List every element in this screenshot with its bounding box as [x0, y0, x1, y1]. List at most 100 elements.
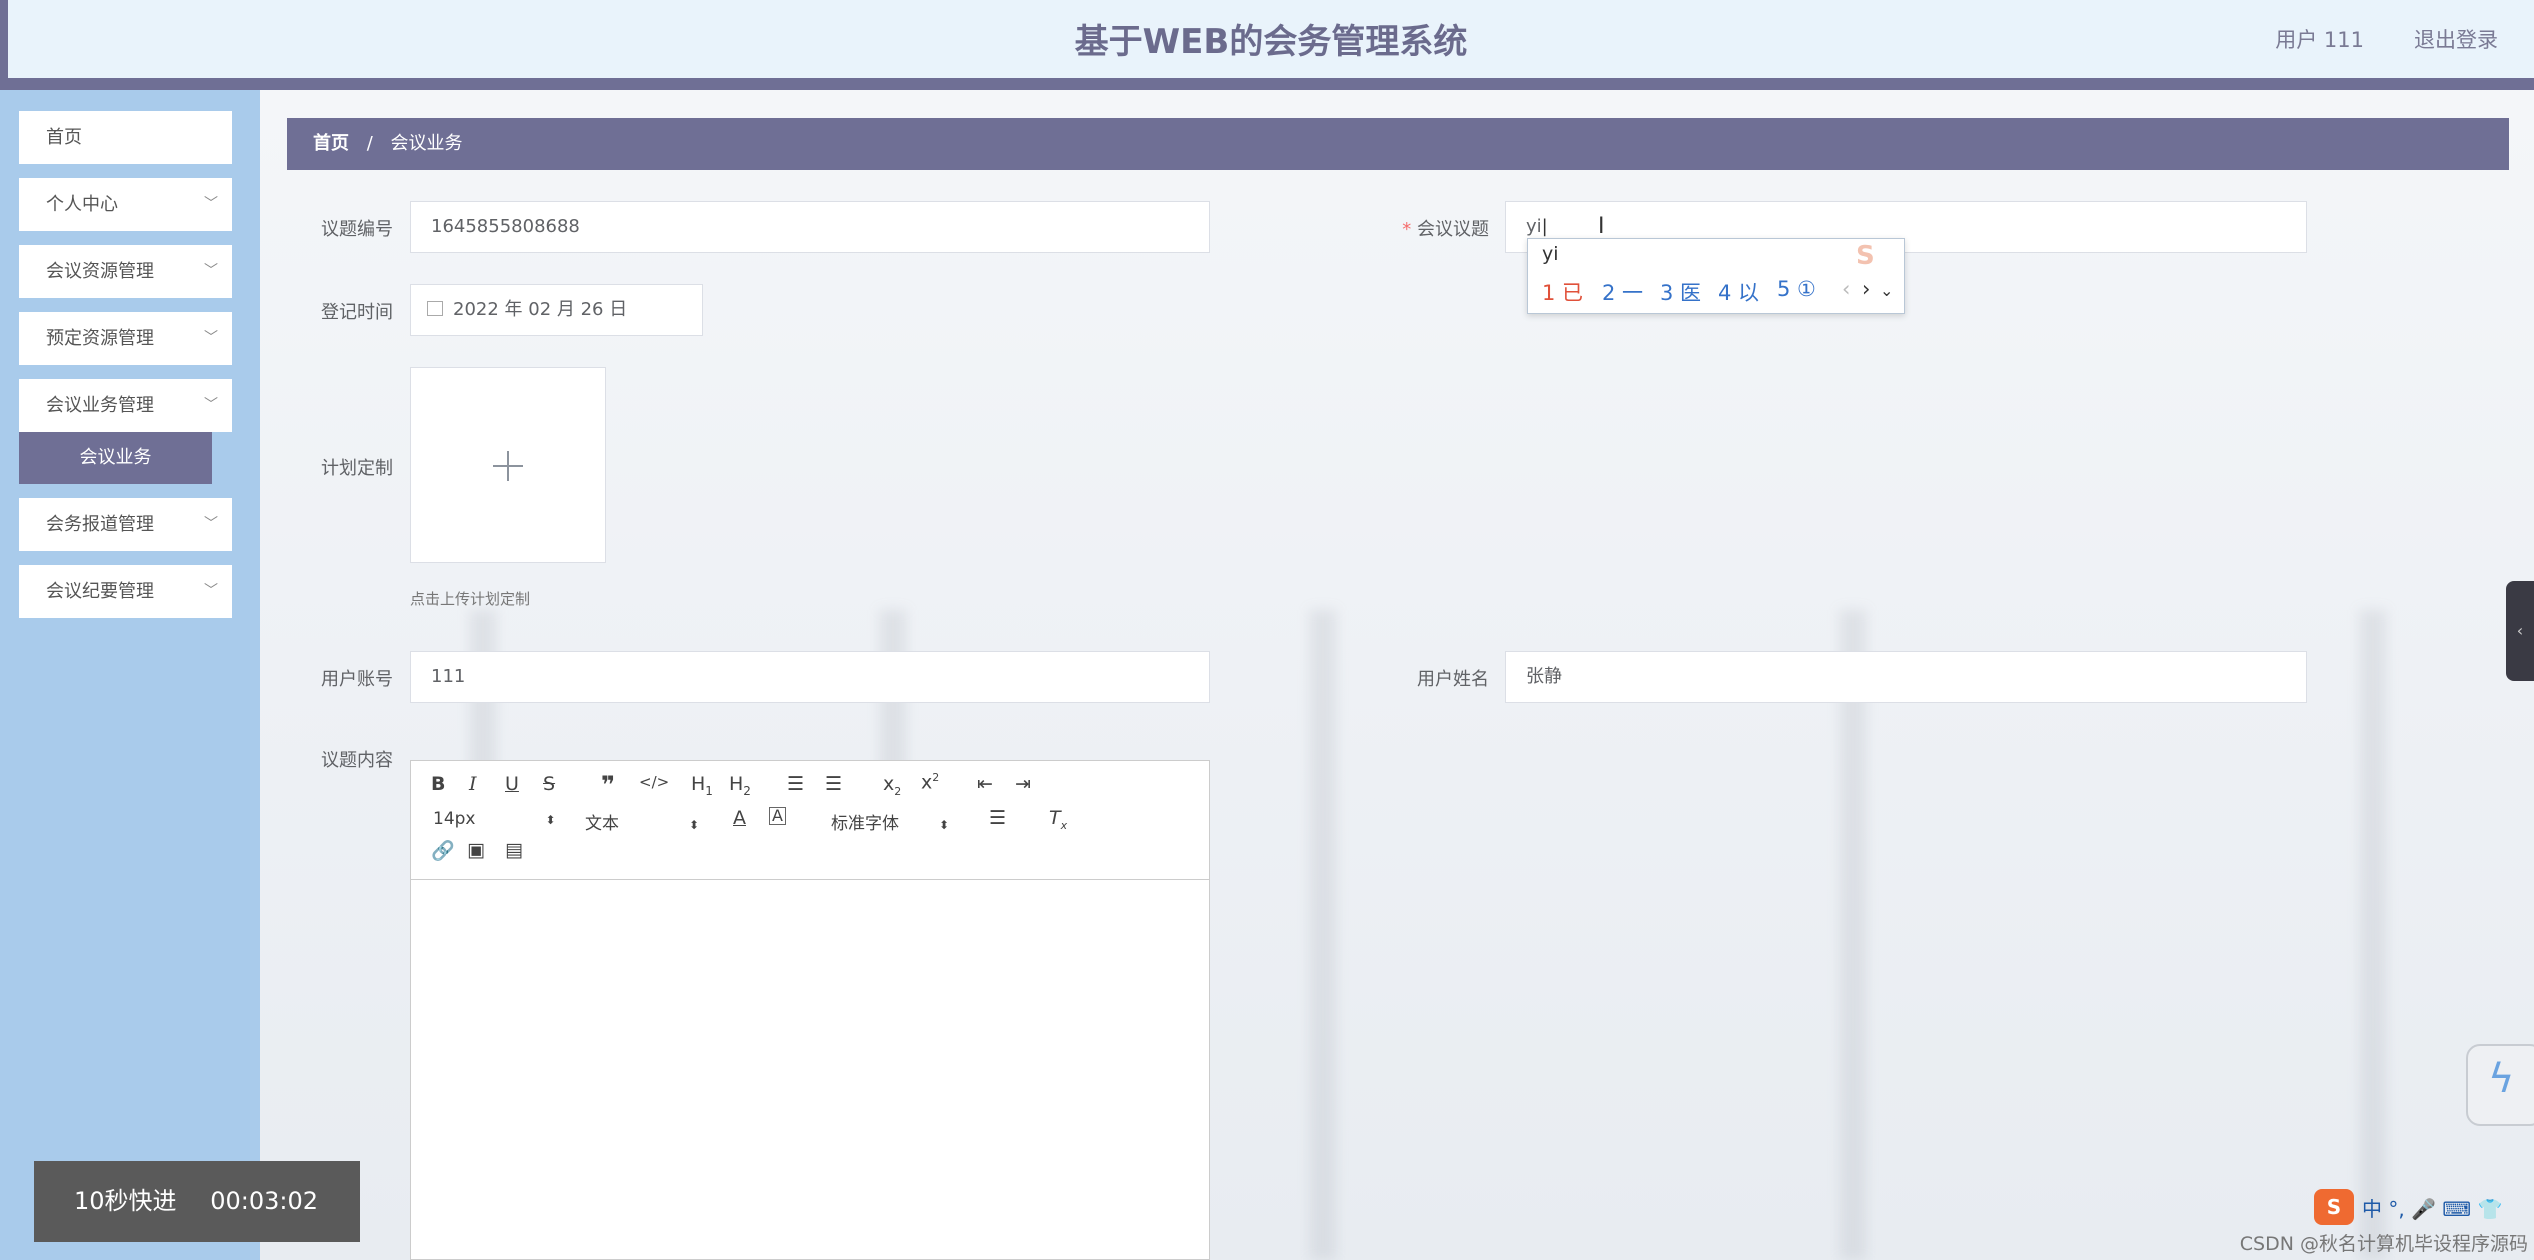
lightning-icon: ϟ: [2488, 1056, 2515, 1102]
background-post: [1310, 610, 1336, 1260]
ime-next-icon[interactable]: ›: [1862, 277, 1870, 301]
indent-icon[interactable]: ⇥: [1015, 773, 1031, 795]
name-input[interactable]: 张静: [1505, 651, 2307, 703]
ime-status-icons[interactable]: 中 °, 🎤 ⌨ 👕: [2362, 1193, 2502, 1222]
plus-icon: [507, 451, 509, 481]
topic-label-text: 会议议题: [1417, 219, 1489, 240]
font-color-icon[interactable]: A: [733, 807, 746, 829]
topic-input-value: yi: [1526, 216, 1542, 237]
ime-prev-icon[interactable]: ‹: [1842, 277, 1850, 301]
sidebar-item-label: 会务报道管理: [46, 514, 154, 535]
sidebar-item-label: 预定资源管理: [46, 328, 154, 349]
chevron-down-icon: ﹀: [204, 397, 218, 413]
reg-time-value: 2022 年 02 月 26 日: [453, 299, 628, 320]
ime-candidate[interactable]: 5 ①: [1777, 277, 1816, 301]
sogou-logo-icon: S: [2314, 1189, 2354, 1225]
ordered-list-icon[interactable]: ☰: [787, 773, 804, 795]
side-collapse-tab[interactable]: ‹: [2506, 581, 2534, 681]
plan-upload-button[interactable]: [410, 367, 606, 563]
header-divider: [0, 78, 2534, 90]
clear-format-icon[interactable]: Tx: [1049, 807, 1067, 832]
font-family-select[interactable]: 标准字体 ⬍: [831, 809, 949, 834]
topic-no-input[interactable]: 1645855808688: [410, 201, 1210, 253]
underline-icon[interactable]: U: [505, 773, 519, 795]
editor-toolbar: B I U S ❞ </> H1 H2 ☰ ☰ x2 x2 ⇤ ⇥ 14px ⬍ …: [411, 761, 1209, 880]
sidebar-item-home[interactable]: 首页: [19, 111, 232, 164]
background-post: [2360, 610, 2386, 1260]
sidebar-item-label: 会议资源管理: [46, 261, 154, 282]
plan-upload-hint: 点击上传计划定制: [410, 590, 531, 608]
ime-candidate[interactable]: 3 医: [1660, 277, 1701, 307]
subscript-icon[interactable]: x2: [883, 773, 901, 798]
background-color-icon[interactable]: A: [769, 807, 786, 825]
h2-icon[interactable]: H2: [729, 773, 751, 798]
sidebar-item-reserved-resources[interactable]: 预定资源管理 ﹀: [19, 312, 232, 365]
font-size-value: 14px: [433, 809, 476, 829]
background-post: [1840, 610, 1866, 1260]
sidebar-item-label: 会议纪要管理: [46, 581, 154, 602]
ime-candidate[interactable]: 4 以: [1718, 277, 1759, 307]
sogou-logo-icon: S: [1856, 241, 1875, 271]
strike-icon[interactable]: S: [543, 773, 555, 795]
topic-label: * 会议议题: [1359, 215, 1489, 241]
required-star: *: [1402, 219, 1412, 240]
align-icon[interactable]: ☰: [989, 807, 1006, 829]
calendar-icon: [427, 301, 443, 316]
fast-forward-label: 10秒快进: [74, 1187, 177, 1215]
ime-expand-icon[interactable]: ⌄: [1880, 281, 1893, 300]
italic-icon[interactable]: I: [469, 773, 477, 795]
top-header: 基于WEB的会务管理系统 用户 111 退出登录: [0, 0, 2534, 78]
fast-forward-overlay[interactable]: 10秒快进 00:03:02: [34, 1161, 360, 1242]
reg-time-picker[interactable]: 2022 年 02 月 26 日: [410, 284, 703, 336]
floating-action-button[interactable]: ϟ: [2466, 1044, 2534, 1126]
plan-label: 计划定制: [321, 458, 393, 479]
link-icon[interactable]: 🔗: [431, 839, 455, 862]
ime-candidate-popup: yi S 1 已 2 一 3 医 4 以 5 ① ‹ › ⌄: [1527, 238, 1905, 314]
app-title: 基于WEB的会务管理系统: [1074, 22, 1468, 62]
breadcrumb: 首页 / 会议业务: [287, 118, 2509, 170]
ime-candidate[interactable]: 1 已: [1542, 277, 1583, 307]
topic-no-label: 议题编号: [321, 219, 393, 240]
ime-candidate[interactable]: 2 一: [1602, 277, 1643, 307]
sidebar-item-minutes[interactable]: 会议纪要管理 ﹀: [19, 565, 232, 618]
chevron-down-icon: ﹀: [204, 583, 218, 599]
ime-status-bar: S 中 °, 🎤 ⌨ 👕: [2314, 1189, 2534, 1225]
superscript-icon[interactable]: x2: [921, 771, 939, 793]
account-input[interactable]: 111: [410, 651, 1210, 703]
sidebar-subitem-meeting-business[interactable]: 会议业务: [19, 432, 212, 484]
sidebar-item-label: 个人中心: [46, 194, 118, 215]
code-icon[interactable]: </>: [639, 773, 669, 791]
image-icon[interactable]: ▣: [467, 839, 485, 861]
sidebar-item-personal-center[interactable]: 个人中心 ﹀: [19, 178, 232, 231]
sidebar-item-meeting-resources[interactable]: 会议资源管理 ﹀: [19, 245, 232, 298]
chevron-down-icon: ﹀: [204, 263, 218, 279]
video-icon[interactable]: ▤: [505, 839, 523, 861]
chevron-down-icon: ﹀: [204, 516, 218, 532]
breadcrumb-current: 会议业务: [390, 133, 463, 154]
breadcrumb-home[interactable]: 首页: [313, 133, 349, 154]
paragraph-value: 文本: [585, 814, 619, 834]
video-timestamp: 00:03:02: [210, 1187, 318, 1215]
sidebar-item-meeting-business[interactable]: 会议业务管理 ﹀: [19, 379, 232, 432]
blockquote-icon[interactable]: ❞: [601, 771, 615, 799]
outdent-icon[interactable]: ⇤: [977, 773, 993, 795]
reg-time-label: 登记时间: [321, 302, 393, 323]
font-size-select[interactable]: 14px ⬍: [433, 809, 556, 829]
sidebar-item-label: 首页: [46, 127, 82, 148]
account-label: 用户账号: [321, 669, 393, 690]
editor-content-area[interactable]: [411, 880, 1209, 1259]
content-label: 议题内容: [321, 750, 393, 771]
ime-composition: yi: [1542, 243, 1559, 265]
breadcrumb-separator: /: [366, 133, 373, 154]
bullet-list-icon[interactable]: ☰: [825, 773, 842, 795]
sidebar-item-reports[interactable]: 会务报道管理 ﹀: [19, 498, 232, 551]
name-label: 用户姓名: [1417, 669, 1489, 690]
h1-icon[interactable]: H1: [691, 773, 713, 798]
logout-link[interactable]: 退出登录: [2414, 24, 2498, 54]
sidebar-item-label: 会议业务管理: [46, 395, 154, 416]
paragraph-select[interactable]: 文本 ⬍: [585, 809, 699, 834]
chevron-down-icon: ﹀: [204, 330, 218, 346]
font-family-value: 标准字体: [831, 814, 899, 834]
bold-icon[interactable]: B: [431, 773, 445, 795]
rich-text-editor: B I U S ❞ </> H1 H2 ☰ ☰ x2 x2 ⇤ ⇥ 14px ⬍ …: [410, 760, 1210, 1260]
